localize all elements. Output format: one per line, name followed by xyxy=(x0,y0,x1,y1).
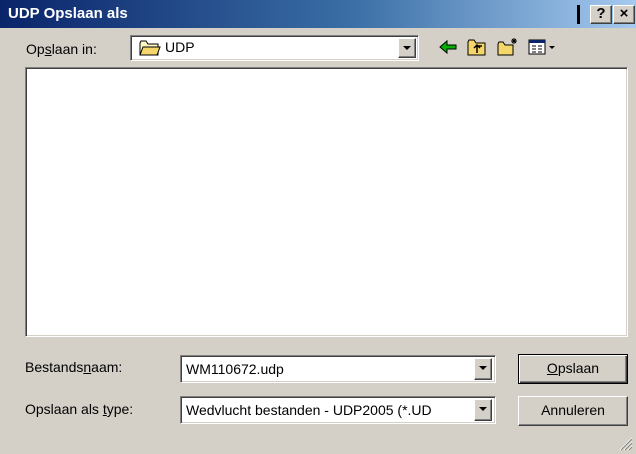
new-folder-icon[interactable] xyxy=(496,36,520,58)
help-button[interactable]: ? xyxy=(590,5,612,24)
filetype-label: Opslaan als type: xyxy=(25,401,134,417)
save-button[interactable]: Opslaan xyxy=(518,354,628,384)
folder-icon xyxy=(139,40,161,56)
cancel-button[interactable]: Annuleren xyxy=(518,396,628,426)
save-as-dialog: UDP Opslaan als ? × Opslaan in: UDP Best… xyxy=(0,0,636,454)
close-button[interactable]: × xyxy=(613,5,635,24)
lookin-dropdown-button[interactable] xyxy=(398,38,416,58)
lookin-label: Opslaan in: xyxy=(26,41,97,57)
filetype-dropdown-button[interactable] xyxy=(474,399,492,421)
title-bar[interactable]: UDP Opslaan als ? × xyxy=(0,0,636,28)
close-icon: × xyxy=(619,5,629,22)
lookin-value: UDP xyxy=(165,39,195,55)
help-icon: ? xyxy=(596,5,606,22)
filename-input[interactable]: WM110672.udp xyxy=(186,361,471,377)
file-list[interactable] xyxy=(25,67,628,337)
back-arrow-icon[interactable] xyxy=(437,36,459,58)
lookin-combobox[interactable]: UDP xyxy=(130,35,419,61)
title-divider xyxy=(577,5,580,24)
filename-combobox[interactable]: WM110672.udp xyxy=(180,355,496,383)
filename-label: Bestandsnaam: xyxy=(25,359,123,375)
filetype-combobox[interactable]: Wedvlucht bestanden - UDP2005 (*.UD xyxy=(180,396,496,424)
filetype-value: Wedvlucht bestanden - UDP2005 (*.UD xyxy=(186,402,432,418)
window-title: UDP Opslaan als xyxy=(8,5,128,22)
resize-grip-icon[interactable] xyxy=(619,437,633,451)
view-menu-icon[interactable] xyxy=(527,36,559,58)
up-folder-icon[interactable] xyxy=(466,36,488,58)
filename-dropdown-button[interactable] xyxy=(474,358,492,380)
